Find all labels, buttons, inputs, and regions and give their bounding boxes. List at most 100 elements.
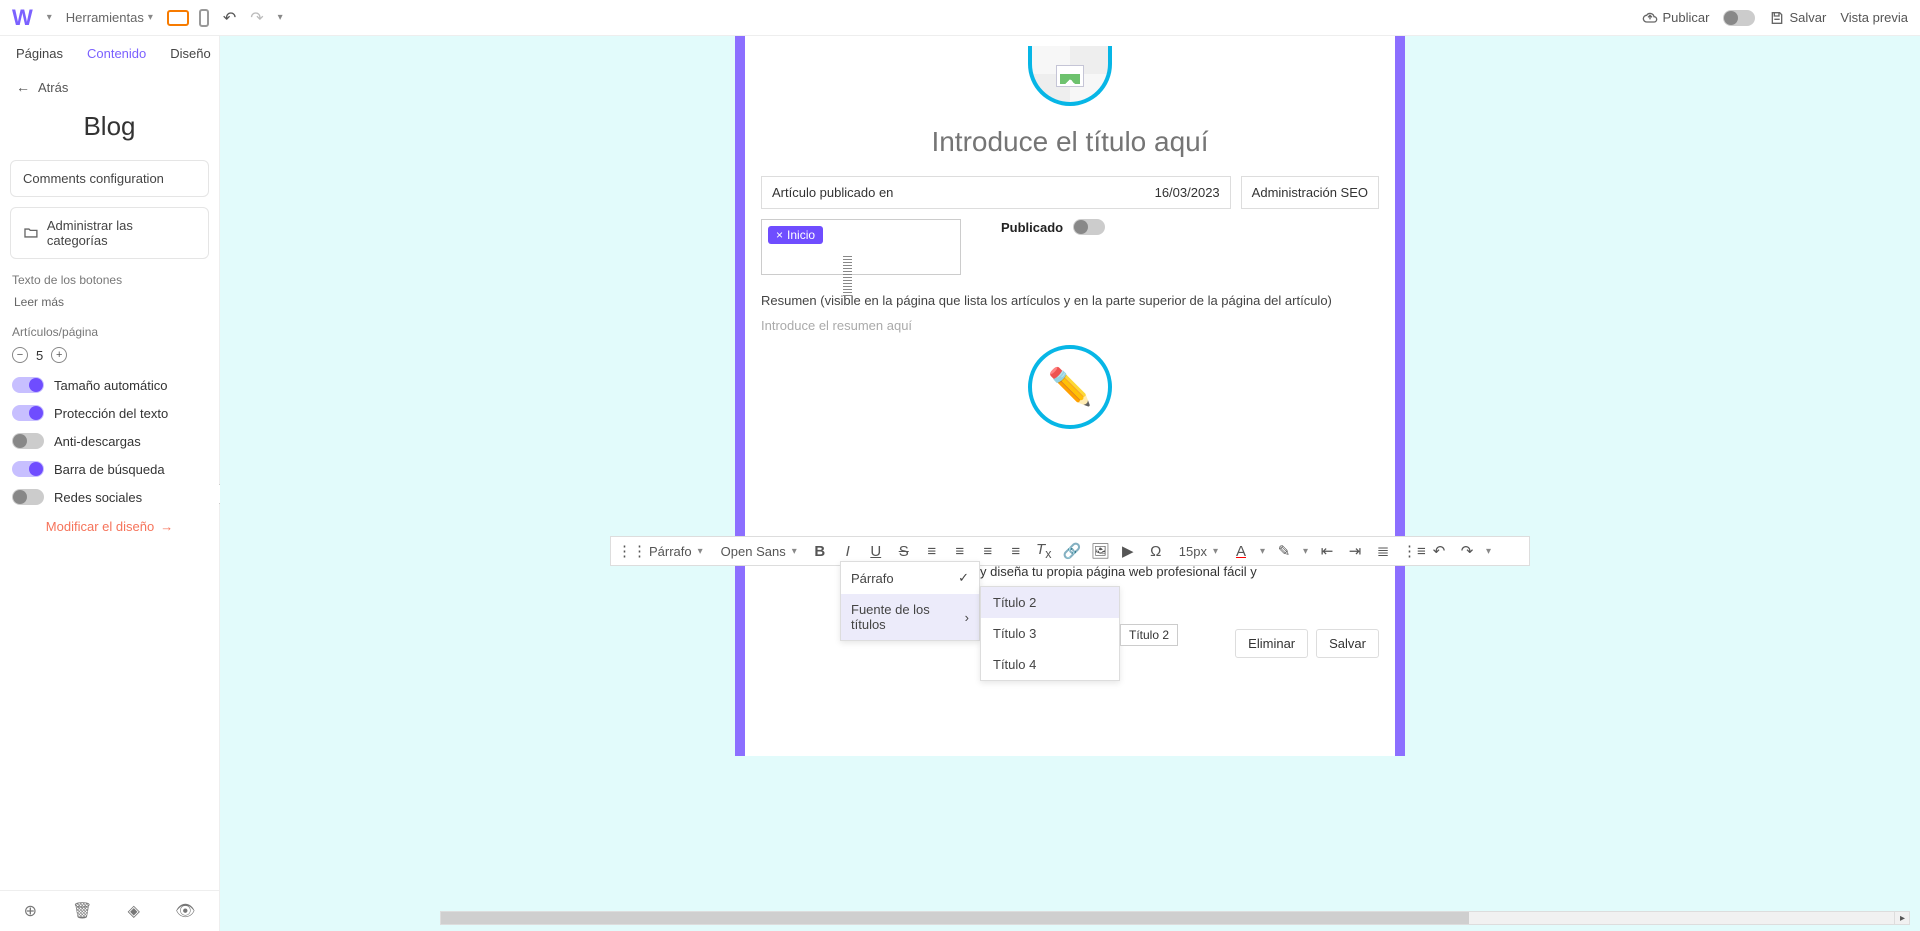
- meta-row2: ×Inicio Publicado: [761, 219, 1379, 275]
- tag-remove-icon[interactable]: ×: [776, 228, 783, 242]
- history-chevron[interactable]: ▾: [278, 12, 283, 23]
- hscroll[interactable]: ◂ ▸: [440, 911, 1910, 925]
- clear-format-icon[interactable]: Tx: [1035, 541, 1053, 561]
- font-select-value: Open Sans: [721, 544, 786, 559]
- rte-undo-icon[interactable]: ↶: [1430, 542, 1448, 560]
- trash-icon[interactable]: 🗑: [72, 901, 92, 921]
- add-section-icon[interactable]: ⊕: [24, 901, 37, 921]
- arrow-right-icon: →: [160, 519, 173, 534]
- layers-icon[interactable]: ◈: [128, 901, 140, 921]
- seo-admin-button[interactable]: Administración SEO: [1241, 176, 1379, 209]
- image-icon-btn[interactable]: 🖼: [1091, 542, 1109, 560]
- toggle-social-sw[interactable]: [12, 489, 44, 505]
- menu-tools[interactable]: Herramientas▾: [66, 10, 153, 25]
- side-tabs: Páginas Contenido Diseño: [0, 36, 219, 67]
- save-article-button[interactable]: Salvar: [1316, 629, 1379, 658]
- side-comments[interactable]: Comments configuration: [10, 160, 209, 197]
- read-more-field[interactable]: Leer más: [10, 293, 209, 311]
- toggle-anti[interactable]: [12, 433, 44, 449]
- align-center-icon[interactable]: ≡: [951, 543, 969, 560]
- highlight-icon[interactable]: ✎: [1275, 542, 1293, 560]
- rte-toolbar: ⋮⋮ Párrafo▾ Open Sans ▾ B I U S ≡ ≡ ≡ ≡ T…: [610, 536, 1530, 566]
- tag-input[interactable]: ×Inicio: [761, 219, 961, 275]
- size-chevron-icon: ▾: [1213, 546, 1218, 557]
- highlight-chevron[interactable]: ▾: [1303, 546, 1308, 557]
- size-select[interactable]: 15px▾: [1175, 542, 1222, 561]
- font-select[interactable]: Open Sans ▾: [717, 542, 801, 561]
- back-button[interactable]: ←Atrás: [0, 67, 219, 107]
- redo-icon[interactable]: ↷: [250, 8, 263, 28]
- tab-content[interactable]: Contenido: [87, 46, 146, 61]
- dd-title-4[interactable]: Título 4: [981, 649, 1119, 680]
- outdent-icon[interactable]: ⇤: [1318, 542, 1336, 560]
- summary-placeholder[interactable]: Introduce el resumen aquí: [761, 318, 1379, 333]
- mobile-icon[interactable]: [199, 9, 209, 27]
- omega-icon[interactable]: Ω: [1147, 543, 1165, 560]
- publish-toggle[interactable]: [1723, 10, 1755, 26]
- published-label: Publicado: [1001, 220, 1063, 235]
- more-chevron-icon[interactable]: ▾: [1486, 546, 1491, 557]
- tab-design[interactable]: Diseño: [170, 46, 210, 61]
- dd-titles-source[interactable]: Fuente de los títulos›: [841, 594, 979, 640]
- delete-button[interactable]: Eliminar: [1235, 629, 1308, 658]
- publish-button[interactable]: Publicar: [1642, 10, 1709, 26]
- side-categories[interactable]: Administrar las categorías: [10, 207, 209, 259]
- titles-submenu: Título 2 Título 3 Título 4: [980, 586, 1120, 681]
- modify-design-link[interactable]: Modificar el diseño→: [10, 519, 209, 534]
- align-left-icon[interactable]: ≡: [923, 543, 941, 560]
- rte-redo-icon[interactable]: ↷: [1458, 542, 1476, 560]
- eye-icon[interactable]: 👁: [175, 901, 195, 921]
- toggle-protect-label: Protección del texto: [54, 406, 168, 421]
- stepper-value: 5: [36, 348, 43, 363]
- hscroll-right-icon[interactable]: ▸: [1894, 912, 1910, 924]
- edit-content-button[interactable]: ✏️: [1028, 345, 1112, 429]
- strike-icon[interactable]: S: [895, 543, 913, 560]
- link-icon[interactable]: 🔗: [1063, 542, 1081, 560]
- published-toggle[interactable]: [1073, 219, 1105, 235]
- back-label: Atrás: [38, 80, 68, 95]
- pub-date: 16/03/2023: [1155, 185, 1220, 200]
- tooltip-title2: Título 2: [1120, 624, 1178, 646]
- toggle-protect[interactable]: [12, 405, 44, 421]
- tab-pages[interactable]: Páginas: [16, 46, 63, 61]
- tag-inicio[interactable]: ×Inicio: [768, 226, 823, 244]
- editor-text-snippet[interactable]: y diseña tu propia página web profesiona…: [980, 564, 1257, 579]
- publish-date-box[interactable]: Artículo publicado en16/03/2023: [761, 176, 1231, 209]
- video-icon[interactable]: ▶: [1119, 542, 1137, 560]
- toggle-auto[interactable]: [12, 377, 44, 393]
- bold-icon[interactable]: B: [811, 543, 829, 560]
- undo-icon[interactable]: ↶: [223, 8, 236, 28]
- hero-image-placeholder[interactable]: [1028, 46, 1112, 106]
- desktop-icon[interactable]: [167, 10, 189, 26]
- font-chevron-icon: ▾: [792, 546, 797, 557]
- side-footer: ⊕ 🗑 ◈ 👁: [0, 890, 219, 931]
- dd-title-2[interactable]: Título 2: [981, 587, 1119, 618]
- toggle-anti-download: Anti-descargas: [12, 433, 207, 449]
- ul-icon[interactable]: ⋮≡: [1402, 542, 1420, 560]
- stepper-plus[interactable]: +: [51, 347, 67, 363]
- side-title: Blog: [0, 107, 219, 160]
- logo-chevron[interactable]: ▾: [47, 12, 52, 23]
- toggle-text-protection: Protección del texto: [12, 405, 207, 421]
- style-chevron-icon: ▾: [698, 546, 703, 557]
- app-logo[interactable]: W: [12, 5, 33, 31]
- hscroll-thumb[interactable]: [441, 912, 1469, 924]
- dd-title-3[interactable]: Título 3: [981, 618, 1119, 649]
- save-button[interactable]: Salvar: [1769, 10, 1826, 26]
- text-color-icon[interactable]: A: [1232, 543, 1250, 560]
- style-select[interactable]: Párrafo▾: [645, 542, 707, 561]
- underline-icon[interactable]: U: [867, 543, 885, 560]
- ol-icon[interactable]: ≣: [1374, 542, 1392, 560]
- toggle-search[interactable]: [12, 461, 44, 477]
- align-justify-icon[interactable]: ≡: [1007, 543, 1025, 560]
- article-title-input[interactable]: [761, 126, 1379, 158]
- indent-icon[interactable]: ⇥: [1346, 542, 1364, 560]
- align-right-icon[interactable]: ≡: [979, 543, 997, 560]
- section-drag-handle[interactable]: [843, 256, 852, 296]
- preview-button[interactable]: Vista previa: [1840, 10, 1908, 25]
- italic-icon[interactable]: I: [839, 543, 857, 560]
- drag-handle-icon[interactable]: ⋮⋮: [617, 542, 635, 560]
- text-color-chevron[interactable]: ▾: [1260, 546, 1265, 557]
- stepper-minus[interactable]: −: [12, 347, 28, 363]
- dd-paragraph[interactable]: Párrafo✓: [841, 562, 979, 594]
